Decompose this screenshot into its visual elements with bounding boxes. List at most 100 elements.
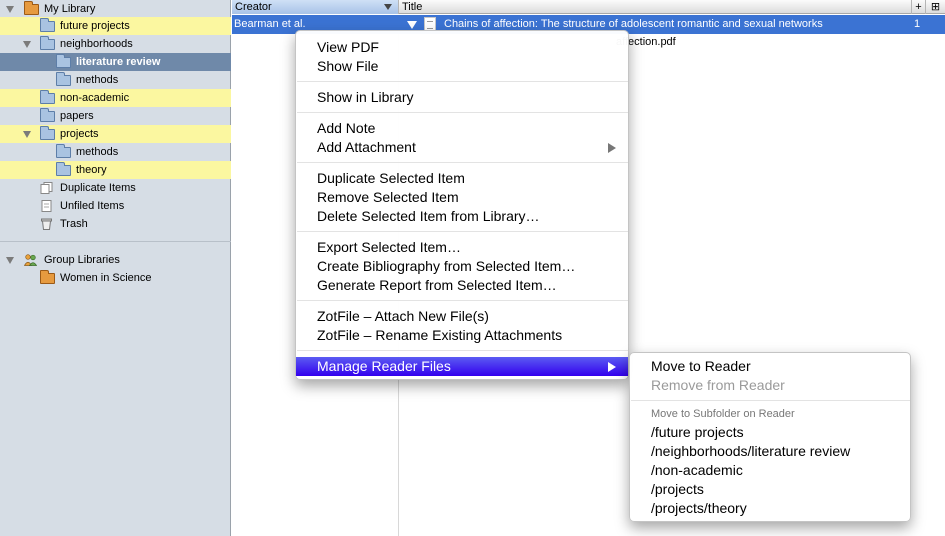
- menu-separator: [297, 112, 628, 113]
- submenu-item-remove-from-reader: Remove from Reader: [630, 376, 910, 395]
- column-header-creator[interactable]: Creator: [232, 0, 399, 14]
- folder-icon: [56, 54, 71, 68]
- sidebar-item-label: My Library: [44, 3, 96, 15]
- folder-icon: [40, 126, 55, 140]
- menu-item-label: Duplicate Selected Item: [317, 170, 465, 186]
- sidebar-item-label: Group Libraries: [44, 254, 120, 266]
- submenu-item-subfolder[interactable]: /projects/theory: [630, 499, 910, 518]
- group-libraries-icon: [24, 254, 37, 266]
- menu-item-add-note[interactable]: Add Note: [296, 119, 628, 138]
- disclosure-open-icon[interactable]: [23, 131, 31, 138]
- sidebar-item-women-in-science[interactable]: Women in Science: [0, 269, 231, 287]
- menu-item-zotfile-rename-attachments[interactable]: ZotFile – Rename Existing Attachments: [296, 326, 628, 345]
- menu-item-label: ZotFile – Rename Existing Attachments: [317, 327, 563, 343]
- disclosure-open-icon[interactable]: [6, 6, 14, 13]
- menu-item-generate-report[interactable]: Generate Report from Selected Item…: [296, 276, 628, 295]
- folder-icon: [56, 144, 71, 158]
- sidebar-item-duplicate-items[interactable]: Duplicate Items: [0, 179, 231, 197]
- folder-icon: [40, 36, 55, 50]
- menu-item-label: /future projects: [651, 424, 744, 440]
- sidebar-item-projects-methods[interactable]: methods: [0, 143, 231, 161]
- submenu-item-subfolder[interactable]: /projects: [630, 480, 910, 499]
- menu-item-remove-selected-item[interactable]: Remove Selected Item: [296, 188, 628, 207]
- sidebar-item-label: future projects: [60, 20, 130, 32]
- menu-item-label: Move to Reader: [651, 358, 751, 374]
- sidebar-item-label: neighborhoods: [60, 38, 133, 50]
- sidebar-item-label: projects: [60, 128, 99, 140]
- menu-item-label: Generate Report from Selected Item…: [317, 277, 557, 293]
- sidebar-item-label: theory: [76, 164, 107, 176]
- submenu-item-subfolder[interactable]: /neighborhoods/literature review: [630, 442, 910, 461]
- menu-item-zotfile-attach-new-files[interactable]: ZotFile – Attach New File(s): [296, 307, 628, 326]
- sidebar-item-future-projects[interactable]: future projects: [0, 17, 231, 35]
- item-attachment-count: 1: [914, 18, 921, 30]
- group-library-icon: [40, 270, 55, 284]
- menu-item-label: /non-academic: [651, 462, 743, 478]
- document-icon: [424, 17, 436, 31]
- sidebar-item-my-library[interactable]: My Library: [0, 0, 231, 18]
- sidebar-item-group-libraries[interactable]: Group Libraries: [0, 251, 231, 269]
- sidebar-item-label: non-academic: [60, 92, 130, 104]
- menu-item-label: Add Note: [317, 120, 376, 136]
- column-header-title[interactable]: Title: [399, 0, 912, 14]
- menu-item-delete-from-library[interactable]: Delete Selected Item from Library…: [296, 207, 628, 226]
- menu-separator: [297, 162, 628, 163]
- menu-item-export-selected-item[interactable]: Export Selected Item…: [296, 238, 628, 257]
- disclosure-open-icon[interactable]: [23, 41, 31, 48]
- menu-separator: [631, 400, 910, 401]
- menu-item-show-file[interactable]: Show File: [296, 57, 628, 76]
- menu-item-label: Show in Library: [317, 89, 414, 105]
- disclosure-open-icon[interactable]: [407, 21, 417, 29]
- library-icon: [24, 1, 39, 15]
- menu-item-duplicate-selected-item[interactable]: Duplicate Selected Item: [296, 169, 628, 188]
- sidebar-item-literature-review[interactable]: literature review: [0, 53, 231, 71]
- menu-item-label: Export Selected Item…: [317, 239, 461, 255]
- menu-separator: [297, 81, 628, 82]
- submenu-item-subfolder[interactable]: /non-academic: [630, 461, 910, 480]
- trash-icon: [41, 218, 52, 230]
- collections-sidebar: My Library future projects neighborhoods…: [0, 0, 231, 536]
- folder-icon: [40, 18, 55, 32]
- sidebar-item-unfiled-items[interactable]: Unfiled Items: [0, 197, 231, 215]
- menu-item-label: View PDF: [317, 39, 379, 55]
- sidebar-item-label: papers: [60, 110, 94, 122]
- item-context-menu: View PDF Show File Show in Library Add N…: [295, 30, 629, 380]
- menu-item-label: Remove Selected Item: [317, 189, 459, 205]
- submenu-item-subfolder[interactable]: /future projects: [630, 423, 910, 442]
- folder-icon: [40, 90, 55, 104]
- menu-item-label: Show File: [317, 58, 379, 74]
- sidebar-item-non-academic[interactable]: non-academic: [0, 89, 231, 107]
- menu-item-label: Create Bibliography from Selected Item…: [317, 258, 576, 274]
- sidebar-divider: [0, 241, 231, 242]
- items-column-header: Creator Title + ⊞: [232, 0, 945, 14]
- menu-item-label: Add Attachment: [317, 139, 416, 155]
- sidebar-item-methods[interactable]: methods: [0, 71, 231, 89]
- sidebar-item-label: methods: [76, 146, 119, 158]
- sidebar-item-label: methods: [76, 74, 119, 86]
- submenu-item-move-to-reader[interactable]: Move to Reader: [630, 357, 910, 376]
- manage-reader-files-submenu: Move to Reader Remove from Reader Move t…: [629, 352, 911, 522]
- sidebar-item-theory[interactable]: theory: [0, 161, 231, 179]
- menu-item-view-pdf[interactable]: View PDF: [296, 38, 628, 57]
- menu-item-label: /projects: [651, 481, 704, 497]
- menu-item-show-in-library[interactable]: Show in Library: [296, 88, 628, 107]
- column-header-label: Creator: [235, 1, 272, 13]
- menu-item-manage-reader-files[interactable]: Manage Reader Files: [296, 357, 628, 376]
- submenu-arrow-icon: [608, 362, 616, 372]
- column-picker-icon: ⊞: [930, 1, 941, 13]
- column-header-add[interactable]: +: [912, 0, 926, 14]
- sidebar-item-label: Women in Science: [60, 272, 152, 284]
- menu-item-add-attachment[interactable]: Add Attachment: [296, 138, 628, 157]
- column-picker[interactable]: ⊞: [926, 0, 945, 14]
- sidebar-item-label: Unfiled Items: [60, 200, 125, 212]
- menu-separator: [297, 231, 628, 232]
- sidebar-item-label: literature review: [76, 56, 161, 68]
- sidebar-item-trash[interactable]: Trash: [0, 215, 231, 233]
- menu-item-label: Manage Reader Files: [317, 358, 451, 374]
- add-column-icon: +: [915, 1, 922, 13]
- sidebar-item-papers[interactable]: papers: [0, 107, 231, 125]
- sidebar-item-projects[interactable]: projects: [0, 125, 231, 143]
- menu-item-create-bibliography[interactable]: Create Bibliography from Selected Item…: [296, 257, 628, 276]
- sidebar-item-neighborhoods[interactable]: neighborhoods: [0, 35, 231, 53]
- disclosure-open-icon[interactable]: [6, 257, 14, 264]
